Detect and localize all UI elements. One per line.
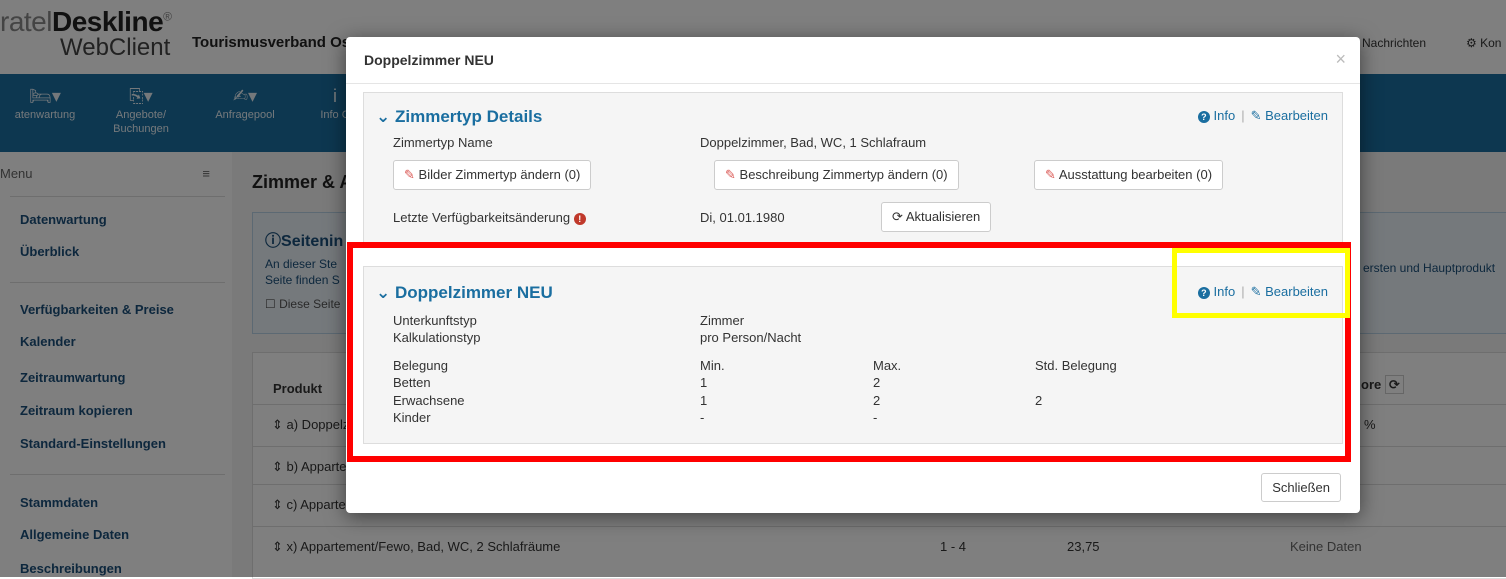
- edit-link[interactable]: ✎ Bearbeiten: [1251, 108, 1328, 123]
- pencil-icon: ✎: [404, 167, 415, 182]
- close-icon[interactable]: ×: [1335, 49, 1346, 70]
- modal-title: Doppelzimmer NEU: [364, 52, 494, 68]
- panel-links: ? Info | ✎ Bearbeiten: [1197, 108, 1328, 124]
- chevron-down-icon: ⌄: [376, 107, 391, 126]
- last-availability-label: Letzte Verfügbarkeitsänderung !: [393, 210, 586, 225]
- close-button[interactable]: Schließen: [1261, 473, 1341, 502]
- info-link[interactable]: ? Info: [1197, 108, 1235, 123]
- room-type-name-label: Zimmertyp Name: [393, 135, 493, 150]
- change-images-button[interactable]: ✎ Bilder Zimmertyp ändern (0): [393, 160, 592, 190]
- pencil-icon: ✎: [725, 167, 736, 182]
- panel-title[interactable]: ⌄ Zimmertyp Details: [376, 107, 542, 127]
- pencil-icon: ✎: [1250, 108, 1262, 123]
- refresh-icon: ⟳: [892, 209, 903, 224]
- room-type-name-value: Doppelzimmer, Bad, WC, 1 Schlafraum: [700, 135, 927, 150]
- pencil-icon: ✎: [1045, 167, 1056, 182]
- refresh-button[interactable]: ⟳ Aktualisieren: [881, 202, 992, 232]
- exclamation-circle-icon: !: [573, 212, 586, 225]
- last-availability-value: Di, 01.01.1980: [700, 210, 785, 225]
- room-type-details-panel: ⌄ Zimmertyp Details ? Info | ✎ Bearbeiten …: [363, 92, 1343, 244]
- change-description-button[interactable]: ✎ Beschreibung Zimmertyp ändern (0): [714, 160, 959, 190]
- question-circle-icon: ?: [1197, 110, 1210, 123]
- highlight-box-yellow: [1172, 248, 1350, 318]
- modal-header: Doppelzimmer NEU ×: [346, 37, 1360, 84]
- edit-equipment-button[interactable]: ✎ Ausstattung bearbeiten (0): [1034, 160, 1224, 190]
